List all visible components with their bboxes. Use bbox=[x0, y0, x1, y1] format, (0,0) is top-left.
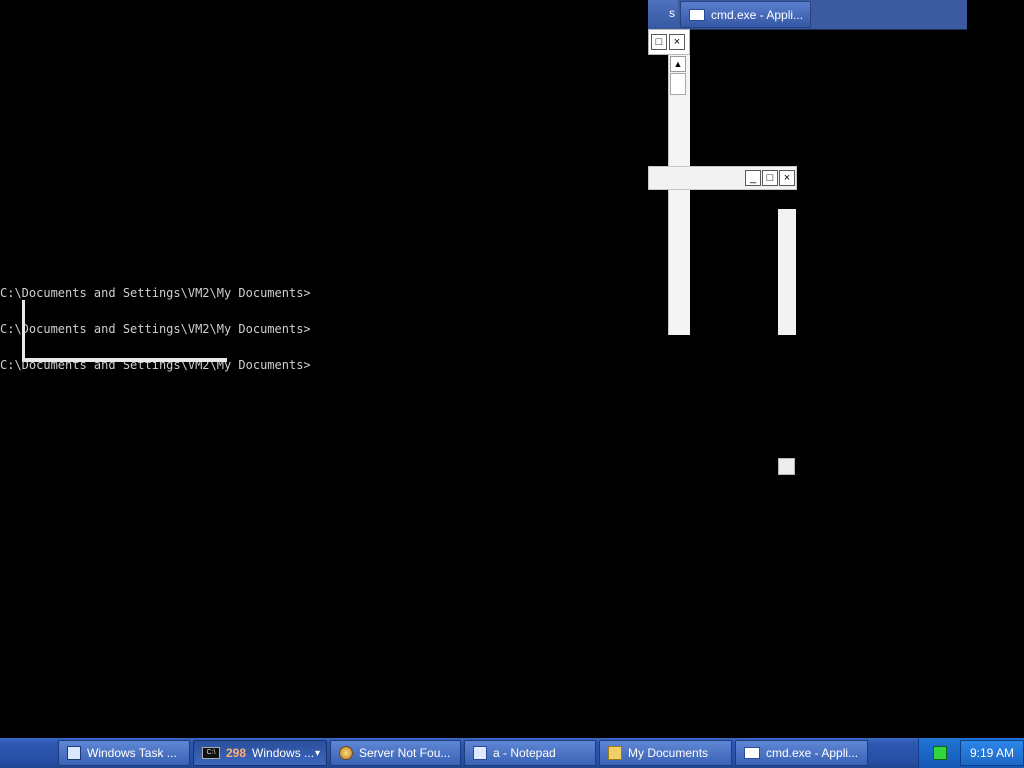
taskbar-button-label: a - Notepad bbox=[493, 746, 556, 760]
minimize-button[interactable]: _ bbox=[745, 170, 761, 186]
top-cmd-taskbar-button[interactable]: cmd.exe - Appli... bbox=[680, 1, 811, 28]
scrollbar-thumb[interactable] bbox=[670, 73, 686, 95]
top-cmd-button-label: cmd.exe - Appli... bbox=[711, 7, 804, 22]
taskbar-button-label: Windows ... bbox=[252, 746, 315, 760]
console-line: C:\Documents and Settings\VM2\My Documen… bbox=[0, 286, 311, 300]
window-icon bbox=[744, 747, 760, 759]
window-count-badge: 298 bbox=[226, 746, 247, 760]
close-button[interactable]: × bbox=[779, 170, 795, 186]
taskbar-button-windows-group[interactable]: C:\ 298 Windows ... ▾ bbox=[193, 740, 327, 766]
window-fragment-square bbox=[778, 458, 795, 475]
taskbar-button-notepad[interactable]: a - Notepad bbox=[464, 740, 596, 766]
taskbar-clock[interactable]: 9:19 AM bbox=[960, 740, 1024, 766]
maximize-button[interactable]: □ bbox=[762, 170, 778, 186]
taskbar-button-cmd-app[interactable]: cmd.exe - Appli... bbox=[735, 740, 868, 766]
notepad-icon bbox=[473, 746, 487, 760]
render-artifact-vertical bbox=[22, 300, 25, 362]
taskbar-button-label: cmd.exe - Appli... bbox=[766, 746, 859, 760]
taskbar: Windows Task ... C:\ 298 Windows ... ▾ S… bbox=[0, 738, 1024, 768]
window-border-fragment bbox=[778, 209, 796, 335]
window-title-fragment: □ × bbox=[648, 29, 690, 55]
cmd-icon: C:\ bbox=[202, 747, 220, 759]
window-scrollbar-fragment[interactable]: ▲ bbox=[668, 55, 690, 335]
folder-icon bbox=[608, 746, 622, 760]
system-tray: 9:19 AM bbox=[918, 738, 1024, 768]
taskbar-button-label: Server Not Fou... bbox=[359, 746, 451, 760]
scroll-up-button[interactable]: ▲ bbox=[670, 56, 686, 72]
taskbar-button-task-manager[interactable]: Windows Task ... bbox=[58, 740, 190, 766]
top-taskbar-left-fragment[interactable]: s bbox=[648, 0, 678, 28]
window-caption-fragment: _ □ × bbox=[648, 166, 797, 190]
tray-status-icon[interactable] bbox=[933, 746, 947, 760]
render-artifact-horizontal bbox=[22, 358, 227, 362]
taskbar-button-my-documents[interactable]: My Documents bbox=[599, 740, 732, 766]
console-line: C:\Documents and Settings\VM2\My Documen… bbox=[0, 322, 311, 336]
close-button[interactable]: × bbox=[669, 34, 685, 50]
taskbar-button-server-not-found[interactable]: Server Not Fou... bbox=[330, 740, 461, 766]
console-output: C:\Documents and Settings\VM2\My Documen… bbox=[0, 263, 311, 383]
task-manager-icon bbox=[67, 746, 81, 760]
browser-icon bbox=[339, 746, 353, 760]
taskbar-button-label: Windows Task ... bbox=[87, 746, 177, 760]
window-icon bbox=[689, 8, 705, 21]
chevron-down-icon: ▾ bbox=[314, 747, 320, 759]
maximize-button[interactable]: □ bbox=[651, 34, 667, 50]
top-fragment-label: s bbox=[669, 6, 675, 20]
taskbar-button-label: My Documents bbox=[628, 746, 709, 760]
